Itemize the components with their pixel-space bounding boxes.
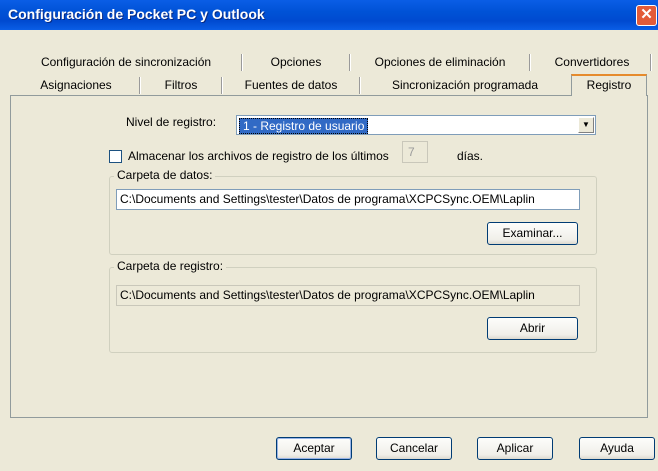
log-folder-group	[109, 267, 597, 353]
tab-convertidores[interactable]: Convertidores	[534, 54, 650, 71]
dialog-window: Configuración de Pocket PC y Outlook ✕ C…	[0, 0, 658, 471]
tab-divider	[349, 54, 351, 71]
browse-button[interactable]: Examinar...	[487, 222, 578, 245]
tab-registro[interactable]: Registro	[571, 74, 647, 96]
apply-button[interactable]: Aplicar	[477, 437, 553, 460]
days-field: 7	[402, 141, 428, 163]
tab-divider	[221, 77, 223, 94]
ok-button-label: Aceptar	[293, 441, 335, 455]
log-folder-path: C:\Documents and Settings\tester\Datos d…	[116, 285, 580, 306]
tab-divider	[139, 77, 141, 94]
title-bar[interactable]: Configuración de Pocket PC y Outlook ✕	[0, 0, 658, 30]
tab-opciones[interactable]: Opciones	[244, 54, 348, 71]
apply-button-label: Aplicar	[496, 441, 534, 455]
store-logs-label[interactable]: Almacenar los archivos de registro de lo…	[128, 149, 389, 163]
tab-configuracion-sincronizacion[interactable]: Configuración de sincronización	[22, 54, 230, 71]
log-folder-label: Carpeta de registro:	[114, 259, 227, 273]
data-folder-label: Carpeta de datos:	[114, 168, 216, 182]
tab-fuentes-datos[interactable]: Fuentes de datos	[224, 77, 358, 94]
data-folder-path[interactable]: C:\Documents and Settings\tester\Datos d…	[116, 189, 580, 210]
tab-registro-label: Registro	[586, 78, 632, 92]
log-level-value: 1 - Registro de usuario	[239, 118, 369, 134]
close-icon: ✕	[640, 6, 653, 23]
log-folder-path-text: C:\Documents and Settings\tester\Datos d…	[120, 288, 535, 302]
store-logs-checkbox[interactable]	[109, 150, 122, 163]
days-suffix: días.	[457, 149, 484, 163]
tab-divider	[241, 54, 243, 71]
cancel-button-label: Cancelar	[389, 441, 439, 455]
help-button-label: Ayuda	[600, 441, 634, 455]
window-title: Configuración de Pocket PC y Outlook	[8, 6, 265, 22]
log-level-label: Nivel de registro:	[126, 115, 217, 129]
data-folder-path-text: C:\Documents and Settings\tester\Datos d…	[120, 192, 535, 206]
help-button[interactable]: Ayuda	[579, 437, 655, 460]
days-value: 7	[408, 145, 415, 159]
browse-button-label: Examinar...	[502, 226, 563, 240]
tab-opciones-eliminacion[interactable]: Opciones de eliminación	[352, 54, 528, 71]
tab-sincronizacion-programada[interactable]: Sincronización programada	[362, 77, 568, 94]
tab-filtros[interactable]: Filtros	[142, 77, 220, 94]
ok-button[interactable]: Aceptar	[276, 437, 352, 460]
log-level-select[interactable]: 1 - Registro de usuario ▼	[236, 115, 596, 135]
open-button[interactable]: Abrir	[487, 317, 578, 340]
open-button-label: Abrir	[519, 321, 546, 335]
chevron-down-icon[interactable]: ▼	[578, 117, 594, 133]
close-button[interactable]: ✕	[636, 5, 657, 26]
tab-divider	[529, 54, 531, 71]
tab-panel	[10, 95, 648, 418]
cancel-button[interactable]: Cancelar	[376, 437, 452, 460]
tab-divider	[359, 77, 361, 94]
tab-divider	[650, 54, 652, 71]
tab-asignaciones[interactable]: Asignaciones	[14, 77, 138, 94]
